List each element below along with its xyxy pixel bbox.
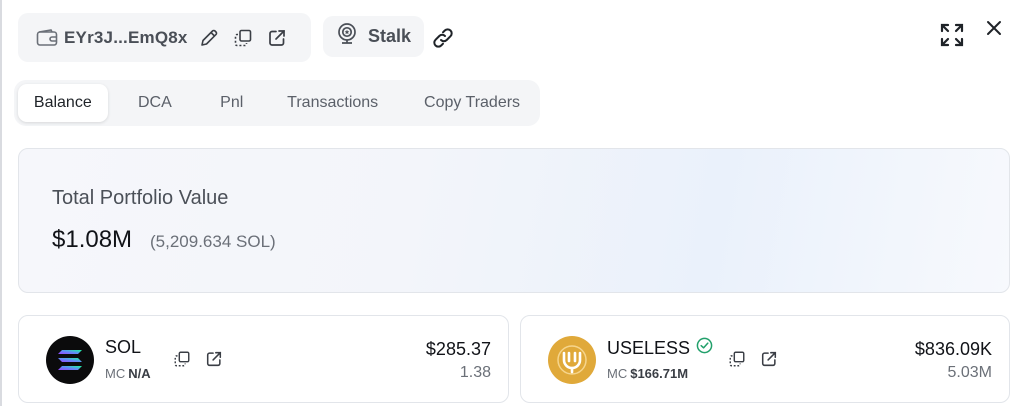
portfolio-sol-value: (5,209.634 SOL) <box>150 232 276 251</box>
stalk-label: Stalk <box>368 26 412 46</box>
tab-bar: Balance DCA Pnl Transactions Copy Trader… <box>14 80 540 126</box>
wallet-icon <box>34 25 60 51</box>
external-link-icon[interactable] <box>266 27 288 49</box>
external-link-icon[interactable] <box>760 350 778 368</box>
token-usd-value: $836.09K <box>914 339 992 359</box>
tab-balance[interactable]: Balance <box>18 84 108 122</box>
verified-check-icon <box>696 337 713 359</box>
panel-left-border <box>0 0 2 406</box>
token-market-cap: MC N/A <box>105 366 151 381</box>
copy-icon[interactable] <box>728 350 746 368</box>
stalk-button[interactable]: Stalk <box>323 16 424 57</box>
portfolio-summary-card: Total Portfolio Value $1.08M (5,209.634 … <box>18 148 1010 293</box>
mc-value: $166.71M <box>630 366 689 381</box>
mc-value: N/A <box>128 366 151 381</box>
pencil-icon[interactable] <box>198 27 220 49</box>
external-link-icon[interactable] <box>205 350 223 368</box>
wallet-address: EYr3J...EmQ8x <box>64 27 188 47</box>
tab-pnl[interactable]: Pnl <box>202 84 261 122</box>
token-actions <box>728 350 778 368</box>
token-market-cap: MC $166.71M <box>607 366 688 381</box>
portfolio-value-label: Total Portfolio Value <box>52 187 229 209</box>
useless-logo-icon <box>548 336 596 384</box>
tab-dca[interactable]: DCA <box>108 84 203 122</box>
token-symbol-text: USELESS <box>607 337 691 358</box>
token-symbol: USELESS <box>607 337 713 359</box>
sol-logo-icon <box>46 336 94 384</box>
token-card-useless[interactable]: USELESS MC $166.71M $836.09K 5.03M <box>520 315 1010 403</box>
token-symbol-text: SOL <box>105 337 142 357</box>
stalk-icon <box>335 22 359 51</box>
token-usd-value: $285.37 <box>425 339 491 359</box>
copy-icon[interactable] <box>173 350 191 368</box>
token-amount: 1.38 <box>459 364 491 381</box>
close-icon[interactable] <box>983 17 1005 39</box>
copy-icon[interactable] <box>232 27 254 49</box>
mc-label: MC <box>105 366 126 381</box>
expand-icon[interactable] <box>939 22 965 48</box>
tab-copy-traders[interactable]: Copy Traders <box>404 84 540 122</box>
wallet-chip: EYr3J...EmQ8x <box>18 13 311 62</box>
mc-label: MC <box>607 366 628 381</box>
link-icon[interactable] <box>430 25 456 51</box>
token-amount: 5.03M <box>947 364 992 381</box>
portfolio-value: $1.08M <box>52 226 133 253</box>
token-symbol: SOL <box>105 337 141 358</box>
tab-transactions[interactable]: Transactions <box>261 84 404 122</box>
token-actions <box>173 350 223 368</box>
token-card-sol[interactable]: SOL MC N/A $285.37 1.38 <box>18 315 509 403</box>
